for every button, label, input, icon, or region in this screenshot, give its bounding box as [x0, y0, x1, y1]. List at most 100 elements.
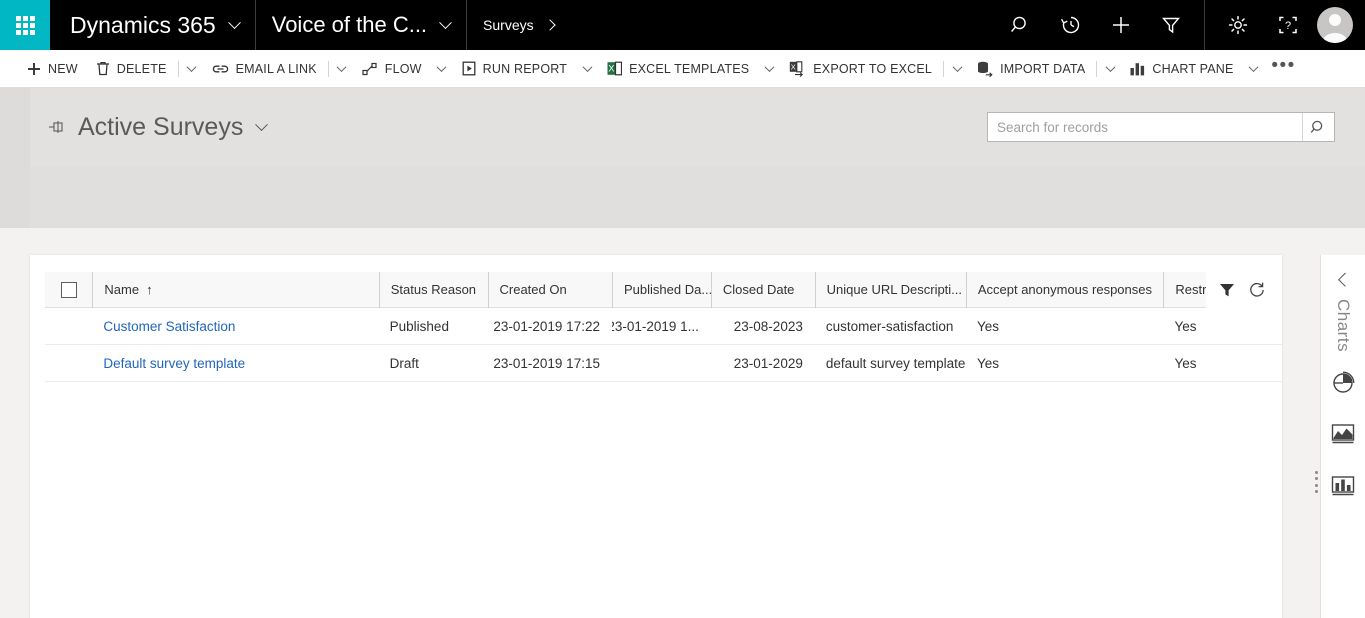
record-link[interactable]: Default survey template — [103, 356, 245, 371]
flow-caret[interactable] — [431, 50, 453, 88]
cell-accept-anonymous-responses: Yes — [976, 355, 999, 371]
import-data-button[interactable]: IMPORT DATA — [968, 50, 1094, 88]
export-to-excel-caret[interactable] — [946, 50, 968, 88]
chart-pane-button[interactable]: CHART PANE — [1121, 50, 1242, 88]
collapse-charts-pane-button[interactable] — [1321, 265, 1365, 293]
link-icon — [212, 63, 229, 75]
area-chart-icon — [1331, 424, 1355, 444]
import-data-label: IMPORT DATA — [1000, 61, 1086, 76]
column-header-label: Closed Date — [722, 282, 795, 297]
area-chart-button[interactable] — [1321, 412, 1365, 456]
cell-accept-anonymous-responses: Yes — [976, 318, 999, 334]
breadcrumb[interactable]: Surveys — [467, 0, 570, 50]
column-header-label: Published Da... — [624, 282, 711, 297]
column-header-status-reason[interactable]: Status Reason — [378, 271, 488, 308]
cell-closed-date: 23-01-2029 — [733, 355, 803, 371]
select-all-cell[interactable] — [45, 281, 92, 298]
email-a-link-button[interactable]: EMAIL A LINK — [203, 50, 326, 88]
recent-items-button[interactable] — [1046, 0, 1096, 50]
cell-created-on: 23-01-2019 17:15 — [493, 355, 600, 371]
breadcrumb-label: Surveys — [483, 17, 534, 33]
advanced-find-button[interactable] — [1146, 0, 1196, 50]
excel-templates-caret[interactable] — [758, 50, 780, 88]
column-header-label: Unique URL Descripti... — [826, 282, 963, 297]
chevron-down-icon — [439, 15, 452, 29]
email-a-link-caret[interactable] — [331, 50, 353, 88]
excel-templates-label: EXCEL TEMPLATES — [629, 61, 750, 76]
cell-name[interactable]: Default survey template — [92, 345, 378, 382]
topbar-divider — [1204, 0, 1205, 50]
command-bar: NEW DELETE EMAIL A LINK FLOW RUN REPORT … — [0, 50, 1365, 88]
recent-icon — [1060, 16, 1080, 34]
page-body: Active Surveys Name ↑ — [0, 88, 1365, 618]
chevron-right-icon — [543, 19, 556, 31]
chart-pane-label: CHART PANE — [1152, 61, 1234, 76]
cell-restrict: Yes — [1174, 355, 1197, 371]
delete-caret[interactable] — [181, 50, 203, 88]
column-header-created-on[interactable]: Created On — [487, 271, 613, 308]
cell-created-on: 23-01-2019 17:22 — [493, 318, 600, 334]
table-row[interactable]: Default survey template Draft 23-01-2019… — [45, 345, 1282, 382]
delete-button[interactable]: DELETE — [87, 50, 176, 88]
svg-text:X: X — [791, 62, 796, 71]
column-header-name[interactable]: Name ↑ — [92, 271, 378, 308]
bar-chart-icon — [1130, 62, 1145, 76]
quick-create-button[interactable] — [1096, 0, 1146, 50]
app-label: Voice of the C... — [271, 12, 428, 37]
app-launcher-button[interactable] — [0, 0, 50, 50]
search-icon — [1011, 16, 1026, 32]
help-icon: ? — [1279, 16, 1297, 34]
import-data-caret[interactable] — [1099, 50, 1121, 88]
search-input[interactable] — [988, 113, 1302, 141]
new-button[interactable]: NEW — [18, 50, 87, 88]
record-link[interactable]: Customer Satisfaction — [103, 319, 235, 334]
run-report-button[interactable]: RUN REPORT — [453, 50, 576, 88]
brand-dynamics-365[interactable]: Dynamics 365 — [50, 0, 256, 50]
search-submit-button[interactable] — [1302, 113, 1334, 141]
flow-button[interactable]: FLOW — [353, 50, 431, 88]
svg-text:X: X — [608, 64, 614, 74]
select-all-checkbox[interactable] — [60, 281, 77, 298]
column-header-unique-url-description[interactable]: Unique URL Descripti... — [814, 271, 966, 308]
pie-chart-button[interactable] — [1321, 360, 1365, 404]
column-header-closed-date[interactable]: Closed Date — [710, 271, 815, 308]
column-header-published-date[interactable]: Published Da... — [612, 271, 711, 308]
search-button[interactable] — [996, 0, 1046, 50]
cell-name[interactable]: Customer Satisfaction — [92, 308, 378, 345]
excel-templates-button[interactable]: X EXCEL TEMPLATES — [598, 50, 758, 88]
bar-chart-button[interactable] — [1321, 464, 1365, 508]
column-header-label: Status Reason — [390, 282, 477, 297]
top-navigation-bar: Dynamics 365 Voice of the C... Surveys ? — [0, 0, 1365, 50]
command-separator — [177, 60, 179, 77]
view-selector-chevron-down-icon[interactable] — [255, 117, 269, 131]
page-title: Active Surveys — [78, 112, 244, 141]
bar-chart-icon — [1331, 476, 1355, 496]
charts-pane-title: Charts — [1334, 299, 1353, 353]
gear-icon — [1228, 15, 1248, 35]
cell-published-date — [612, 345, 711, 382]
chart-pane-caret[interactable] — [1243, 50, 1265, 88]
help-button[interactable]: ? — [1263, 0, 1313, 50]
grid-header-row: Name ↑ Status Reason Created On Publishe… — [45, 271, 1282, 308]
new-label: NEW — [48, 61, 78, 76]
chevron-down-icon — [227, 15, 241, 29]
brand-label: Dynamics 365 — [70, 11, 216, 38]
run-report-caret[interactable] — [576, 50, 598, 88]
refresh-button[interactable] — [1242, 272, 1272, 308]
app-selector[interactable]: Voice of the C... — [256, 0, 468, 50]
export-to-excel-button[interactable]: X EXPORT TO EXCEL — [780, 50, 941, 88]
cell-closed-date: 23-08-2023 — [733, 318, 803, 334]
cell-restrict: Yes — [1174, 318, 1197, 334]
pin-icon[interactable] — [48, 120, 66, 134]
resize-grip-icon[interactable] — [1315, 471, 1319, 493]
svg-text:?: ? — [1285, 20, 1291, 32]
column-header-accept-anonymous-responses[interactable]: Accept anonymous responses — [965, 271, 1164, 308]
command-separator — [943, 60, 945, 77]
user-avatar[interactable] — [1317, 7, 1353, 43]
trash-icon — [96, 61, 110, 76]
filter-button[interactable] — [1212, 272, 1242, 308]
settings-button[interactable] — [1213, 0, 1263, 50]
table-row[interactable]: Customer Satisfaction Published 23-01-20… — [45, 308, 1282, 345]
command-overflow-button[interactable]: ••• — [1265, 50, 1303, 88]
